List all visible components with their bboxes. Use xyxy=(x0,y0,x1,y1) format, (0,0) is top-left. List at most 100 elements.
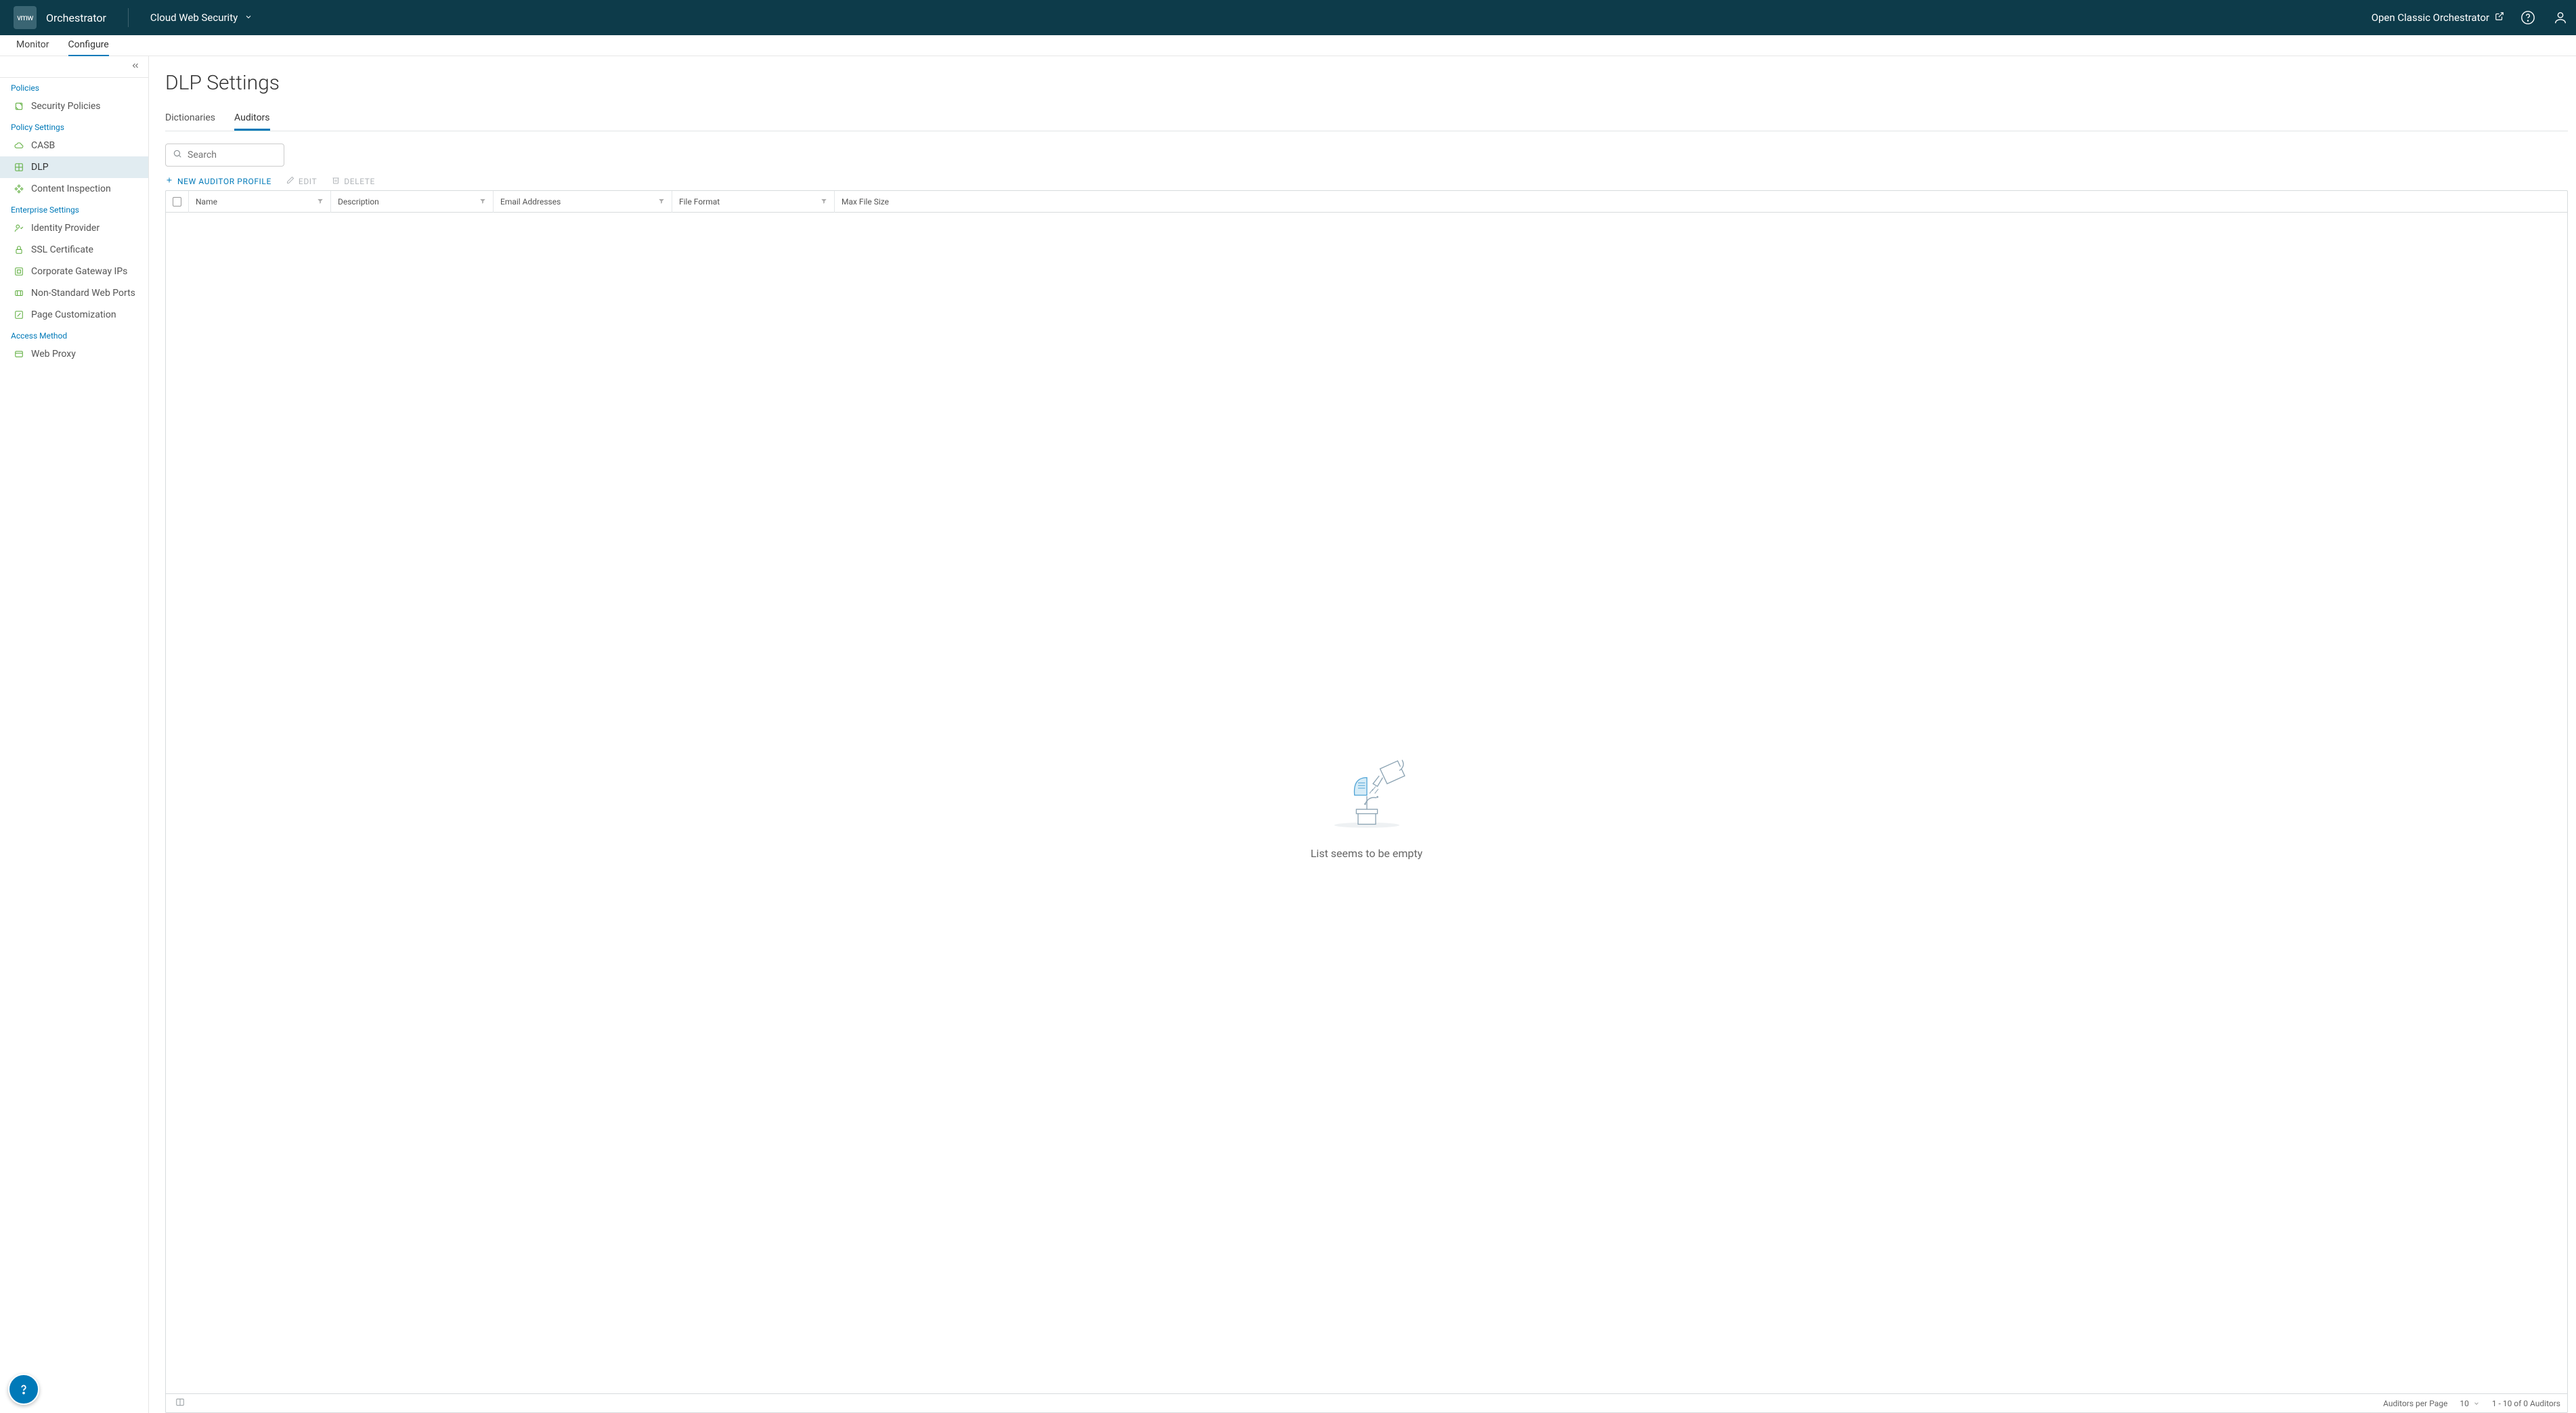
brand-logo: vmw xyxy=(14,6,37,29)
pagination-range: 1 - 10 of 0 Auditors xyxy=(2492,1399,2560,1408)
sidebar-item-label: Page Customization xyxy=(31,309,116,320)
column-label: Email Addresses xyxy=(500,197,561,206)
new-auditor-profile-button[interactable]: NEW AUDITOR PROFILE xyxy=(165,176,271,186)
trash-icon xyxy=(332,176,340,186)
cloud-icon xyxy=(14,140,24,151)
column-max-file-size[interactable]: Max File Size xyxy=(835,191,2567,213)
search-box[interactable] xyxy=(165,144,284,167)
tab-configure[interactable]: Configure xyxy=(68,35,109,56)
grid-icon xyxy=(14,162,24,173)
edit-button: EDIT xyxy=(286,176,317,186)
checkbox-icon[interactable] xyxy=(173,197,181,206)
sidebar-item-label: DLP xyxy=(31,162,49,173)
sidebar-item-label: Non-Standard Web Ports xyxy=(31,288,135,299)
column-label: Name xyxy=(196,197,217,206)
network-icon xyxy=(14,266,24,277)
open-classic-link[interactable]: Open Classic Orchestrator xyxy=(2372,12,2504,24)
per-page-label: Auditors per Page xyxy=(2383,1399,2447,1408)
column-checkbox[interactable] xyxy=(166,191,189,213)
column-file-format[interactable]: File Format xyxy=(672,191,835,213)
sidebar-item-label: Security Policies xyxy=(31,101,101,112)
filter-icon[interactable] xyxy=(658,197,665,206)
column-toggle-icon[interactable] xyxy=(173,1397,185,1409)
topbar-divider xyxy=(128,8,129,27)
sidebar-item-ssl-certificate[interactable]: SSL Certificate xyxy=(0,239,148,261)
sidebar: Policies Security Policies Policy Settin… xyxy=(0,56,149,1413)
sidebar-group-policies: Policies xyxy=(0,78,148,95)
sidebar-item-label: Corporate Gateway IPs xyxy=(31,266,127,277)
search-icon xyxy=(173,149,182,161)
sidebar-item-web-proxy[interactable]: Web Proxy xyxy=(0,343,148,365)
help-icon-button[interactable] xyxy=(2519,9,2537,26)
column-label: File Format xyxy=(679,197,720,206)
sidebar-item-identity-provider[interactable]: Identity Provider xyxy=(0,217,148,239)
filter-icon[interactable] xyxy=(317,197,324,206)
table-footer: Auditors per Page 10 1 - 10 of 0 Auditor… xyxy=(166,1393,2567,1412)
filter-icon[interactable] xyxy=(479,197,486,206)
topbar-right: Open Classic Orchestrator xyxy=(2372,9,2569,26)
help-fab-button[interactable] xyxy=(8,1374,39,1405)
subtabs: Dictionaries Auditors xyxy=(165,112,2568,131)
chevron-down-icon xyxy=(244,12,253,24)
per-page-select[interactable]: 10 xyxy=(2460,1399,2480,1408)
empty-state-illustration xyxy=(1323,747,1411,838)
filter-icon[interactable] xyxy=(821,197,827,206)
sidebar-item-corporate-gateway-ips[interactable]: Corporate Gateway IPs xyxy=(0,261,148,282)
sidebar-item-label: SSL Certificate xyxy=(31,244,93,255)
sidebar-item-label: CASB xyxy=(31,140,55,151)
column-email-addresses[interactable]: Email Addresses xyxy=(494,191,672,213)
table-header: Name Description Email Addresses xyxy=(166,191,2567,213)
column-description[interactable]: Description xyxy=(331,191,494,213)
delete-button: DELETE xyxy=(332,176,375,186)
user-check-icon xyxy=(14,223,24,234)
sidebar-item-label: Identity Provider xyxy=(31,223,100,234)
shield-icon xyxy=(14,101,24,112)
subtab-auditors[interactable]: Auditors xyxy=(234,112,269,131)
page-title: DLP Settings xyxy=(165,71,2568,95)
app-body: Policies Security Policies Policy Settin… xyxy=(0,56,2576,1413)
auditors-table: Name Description Email Addresses xyxy=(165,190,2568,1413)
sidebar-item-page-customization[interactable]: Page Customization xyxy=(0,304,148,326)
empty-state-message: List seems to be empty xyxy=(1311,847,1422,860)
sidebar-group-access-method: Access Method xyxy=(0,326,148,343)
action-label: EDIT xyxy=(299,177,317,186)
table-body-empty: List seems to be empty xyxy=(166,213,2567,1393)
sidebar-group-policy-settings: Policy Settings xyxy=(0,117,148,135)
subtab-dictionaries[interactable]: Dictionaries xyxy=(165,112,215,131)
user-icon-button[interactable] xyxy=(2552,9,2569,26)
search-input[interactable] xyxy=(188,150,277,160)
sidebar-collapse-button[interactable] xyxy=(0,56,148,78)
tab-monitor[interactable]: Monitor xyxy=(16,35,49,56)
context-dropdown[interactable]: Cloud Web Security xyxy=(150,12,253,24)
sidebar-item-dlp[interactable]: DLP xyxy=(0,156,148,178)
column-name[interactable]: Name xyxy=(189,191,331,213)
main-tabs: Monitor Configure xyxy=(0,35,2576,56)
inspect-icon xyxy=(14,183,24,194)
lock-icon xyxy=(14,244,24,255)
sidebar-item-content-inspection[interactable]: Content Inspection xyxy=(0,178,148,200)
content: DLP Settings Dictionaries Auditors NEW A… xyxy=(149,56,2576,1413)
action-row: NEW AUDITOR PROFILE EDIT DELETE xyxy=(165,176,2568,186)
topbar-left: vmw Orchestrator Cloud Web Security xyxy=(14,6,253,29)
sidebar-group-enterprise-settings: Enterprise Settings xyxy=(0,200,148,217)
sidebar-item-label: Web Proxy xyxy=(31,349,76,360)
action-label: NEW AUDITOR PROFILE xyxy=(177,177,271,186)
open-classic-label: Open Classic Orchestrator xyxy=(2372,12,2489,24)
action-label: DELETE xyxy=(344,177,375,186)
plus-icon xyxy=(165,176,173,186)
topbar: vmw Orchestrator Cloud Web Security Open… xyxy=(0,0,2576,35)
brand-name: Orchestrator xyxy=(46,12,106,24)
sidebar-item-casb[interactable]: CASB xyxy=(0,135,148,156)
edit-page-icon xyxy=(14,309,24,320)
external-link-icon xyxy=(2495,12,2504,24)
column-label: Description xyxy=(338,197,379,206)
sidebar-item-non-standard-web-ports[interactable]: Non-Standard Web Ports xyxy=(0,282,148,304)
per-page-value: 10 xyxy=(2460,1399,2469,1408)
ports-icon xyxy=(14,288,24,299)
sidebar-item-label: Content Inspection xyxy=(31,183,111,194)
sidebar-item-security-policies[interactable]: Security Policies xyxy=(0,95,148,117)
context-label: Cloud Web Security xyxy=(150,12,238,24)
pencil-icon xyxy=(286,176,294,186)
chevrons-left-icon xyxy=(131,60,140,73)
proxy-icon xyxy=(14,349,24,360)
